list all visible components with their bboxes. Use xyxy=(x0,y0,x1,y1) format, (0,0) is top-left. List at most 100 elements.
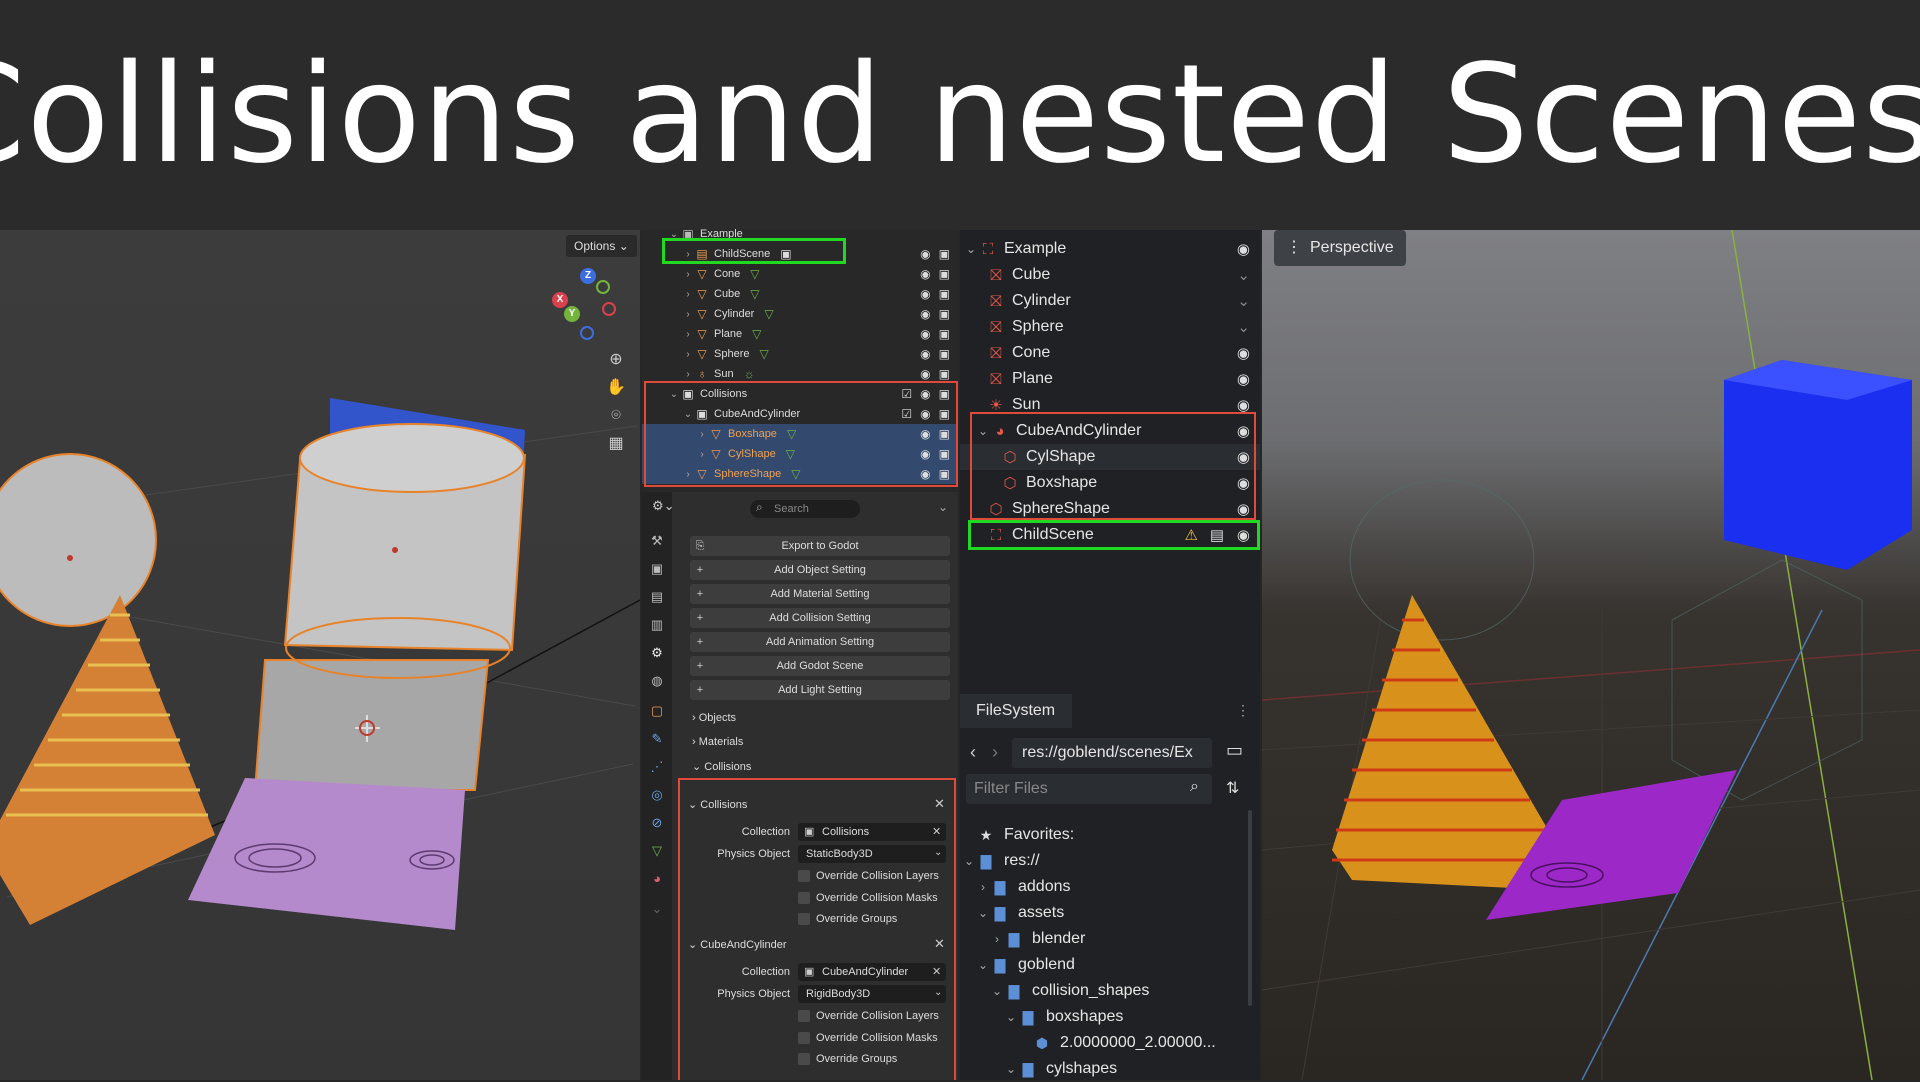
chevron-down-icon[interactable]: ⌄ xyxy=(990,984,1004,998)
outliner-item-cube[interactable]: › ▽ Cube ▽ ◉ ▣ xyxy=(642,284,958,304)
fs-folder-assets[interactable]: ⌄ ▇ assets xyxy=(976,900,1064,926)
pan-hand-icon[interactable]: ✋ xyxy=(604,376,628,400)
chevron-right-icon[interactable]: › xyxy=(682,289,694,300)
fs-file-boxshape-resource[interactable]: ⬢ 2.0000000_2.00000... xyxy=(1032,1030,1216,1056)
options-dropdown[interactable]: Options ⌄ xyxy=(566,235,637,257)
physics-object-select[interactable]: StaticBody3D xyxy=(798,845,946,863)
add-collision-setting-button[interactable]: + Add Collision Setting xyxy=(690,608,950,628)
gizmo-neg-x[interactable] xyxy=(602,302,616,316)
render-camera-icon[interactable]: ▣ xyxy=(939,247,950,261)
chevron-down-icon[interactable]: ⌄ xyxy=(1237,318,1250,336)
eye-icon[interactable]: ◉ xyxy=(920,327,930,341)
close-icon[interactable]: ✕ xyxy=(932,825,941,838)
editor-type-icon[interactable]: ⚙⌄ xyxy=(652,498,675,514)
close-icon[interactable]: ✕ xyxy=(932,965,941,978)
chevron-down-icon[interactable]: ⌄ xyxy=(976,906,990,920)
section-collisions[interactable]: ⌄ Collisions xyxy=(692,760,751,773)
render-camera-icon[interactable]: ▣ xyxy=(939,327,950,341)
material-tab-icon[interactable]: ◕ xyxy=(648,870,666,888)
chevron-down-icon[interactable]: ⌄ xyxy=(1004,1062,1018,1076)
visibility-eye-icon[interactable]: ◉ xyxy=(1237,344,1250,362)
fs-res-root[interactable]: ⌄ ▇ res:// xyxy=(962,848,1040,874)
scrollbar[interactable] xyxy=(1248,810,1252,1006)
modifier-tab-icon[interactable]: ✎ xyxy=(648,730,666,748)
render-camera-icon[interactable]: ▣ xyxy=(939,367,950,381)
gizmo-z-axis[interactable]: Z xyxy=(580,268,596,284)
scene-node-sphere[interactable]: ⛝ Sphere ⌄ xyxy=(960,314,1260,340)
chevron-down-icon[interactable]: ⌄ xyxy=(1237,292,1250,310)
add-godot-scene-button[interactable]: + Add Godot Scene xyxy=(690,656,950,676)
checkbox-box[interactable] xyxy=(798,1010,810,1022)
godot-filesystem-dock[interactable]: FileSystem ⋮ ‹ › res://goblend/scenes/Ex… xyxy=(960,690,1260,1080)
chevron-down-icon[interactable]: ⌄ xyxy=(648,900,666,918)
fs-folder-collision-shapes[interactable]: ⌄ ▇ collision_shapes xyxy=(990,978,1149,1004)
eye-icon[interactable]: ◉ xyxy=(920,287,930,301)
outliner-item-plane[interactable]: › ▽ Plane ▽ ◉ ▣ xyxy=(642,324,958,344)
add-animation-setting-button[interactable]: + Add Animation Setting xyxy=(690,632,950,652)
chevron-right-icon[interactable]: › xyxy=(682,309,694,320)
tab-filesystem[interactable]: FileSystem xyxy=(960,694,1072,728)
add-light-setting-button[interactable]: + Add Light Setting xyxy=(690,680,950,700)
render-tab-icon[interactable]: ▣ xyxy=(648,560,666,578)
override-layers-checkbox[interactable]: Override Collision Layers xyxy=(798,1010,939,1022)
override-masks-checkbox[interactable]: Override Collision Masks xyxy=(798,892,938,904)
fs-folder-cylshapes[interactable]: ⌄ ▇ cylshapes xyxy=(1004,1056,1117,1082)
gizmo-x-axis[interactable]: X xyxy=(552,292,568,308)
eye-icon[interactable]: ◉ xyxy=(920,347,930,361)
export-to-godot-button[interactable]: ⎘ Export to Godot xyxy=(690,536,950,556)
add-object-setting-button[interactable]: + Add Object Setting xyxy=(690,560,950,580)
chevron-down-icon[interactable]: ⌄ xyxy=(938,500,948,514)
particles-tab-icon[interactable]: ⋰ xyxy=(648,758,666,776)
scene-node-plane[interactable]: ⛝ Plane ◉ xyxy=(960,366,1260,392)
chevron-right-icon[interactable]: › xyxy=(682,269,694,280)
checkbox-box[interactable] xyxy=(798,1053,810,1065)
override-groups-checkbox[interactable]: Override Groups xyxy=(798,913,897,925)
fs-folder-addons[interactable]: › ▇ addons xyxy=(976,874,1071,900)
chevron-down-icon[interactable]: ⌄ xyxy=(1237,266,1250,284)
fs-folder-blender[interactable]: › ▇ blender xyxy=(990,926,1085,952)
chevron-down-icon[interactable]: ⌄ xyxy=(934,987,942,998)
physics-object-select[interactable]: RigidBody3D xyxy=(798,985,946,1003)
camera-icon[interactable]: ⌾ xyxy=(604,404,628,428)
override-layers-checkbox[interactable]: Override Collision Layers xyxy=(798,870,939,882)
gizmo-neg-z[interactable] xyxy=(580,326,594,340)
split-view-icon[interactable]: ▭ xyxy=(1226,740,1243,761)
render-camera-icon[interactable]: ▣ xyxy=(939,347,950,361)
grid-view-icon[interactable]: ▦ xyxy=(604,432,628,456)
close-icon[interactable]: ✕ xyxy=(934,796,945,812)
checkbox-box[interactable] xyxy=(798,1032,810,1044)
output-tab-icon[interactable]: ▤ xyxy=(648,588,666,606)
blender-outliner[interactable]: ⌄ ▣ Example › ▤ ChildScene ▣ ◉ ▣ › ▽ Cone… xyxy=(642,227,958,492)
fs-folder-boxshapes[interactable]: ⌄ ▇ boxshapes xyxy=(1004,1004,1123,1030)
chevron-down-icon[interactable]: ⌄ xyxy=(934,847,942,858)
chevron-right-icon[interactable]: › xyxy=(682,329,694,340)
collection-field[interactable]: CubeAndCylinder xyxy=(798,963,946,981)
perspective-menu-button[interactable]: ⋮ Perspective xyxy=(1274,230,1406,266)
section-objects[interactable]: › Objects xyxy=(692,712,736,724)
chevron-down-icon[interactable]: ⌄ xyxy=(962,854,976,868)
scene-node-cylinder[interactable]: ⛝ Cylinder ⌄ xyxy=(960,288,1260,314)
zoom-icon[interactable]: ⊕ xyxy=(604,348,628,372)
scene-node-cube[interactable]: ⛝ Cube ⌄ xyxy=(960,262,1260,288)
close-icon[interactable]: ✕ xyxy=(934,936,945,952)
scene-tab-icon[interactable]: ⚙ xyxy=(648,644,666,662)
checkbox-box[interactable] xyxy=(798,913,810,925)
chevron-down-icon[interactable]: ⌄ xyxy=(976,958,990,972)
eye-icon[interactable]: ◉ xyxy=(920,267,930,281)
chevron-down-icon[interactable]: ⌄ xyxy=(1004,1010,1018,1024)
sort-icon[interactable]: ⇅ xyxy=(1226,778,1239,798)
scene-node-example[interactable]: ⌄ ⛶ Example ◉ xyxy=(960,236,1260,262)
checkbox-box[interactable] xyxy=(798,892,810,904)
godot-scene-tree[interactable]: ⌄ ⛶ Example ◉ ⛝ Cube ⌄ ⛝ Cylinder ⌄ ⛝ Sp… xyxy=(960,230,1260,690)
outliner-item-cylinder[interactable]: › ▽ Cylinder ▽ ◉ ▣ xyxy=(642,304,958,324)
chevron-right-icon[interactable]: › xyxy=(976,880,990,894)
physics-tab-icon[interactable]: ◎ xyxy=(648,786,666,804)
godot-3d-viewport[interactable]: ⋮ Perspective xyxy=(1262,230,1920,1080)
filter-files-input[interactable]: Filter Files xyxy=(966,774,1212,804)
collision-panel-header[interactable]: ⌄ Collisions xyxy=(688,798,747,811)
blender-properties-panel[interactable]: ⚒ ▣ ▤ ▥ ⚙ ◍ ▢ ✎ ⋰ ◎ ⊘ ▽ ◕ ⌄ ⚙⌄ Search ⌕ … xyxy=(642,492,958,1080)
chevron-down-icon[interactable]: ⌄ xyxy=(964,242,978,256)
section-materials[interactable]: › Materials xyxy=(692,736,743,748)
world-tab-icon[interactable]: ◍ xyxy=(648,672,666,690)
forward-arrow-icon[interactable]: › xyxy=(992,742,998,763)
